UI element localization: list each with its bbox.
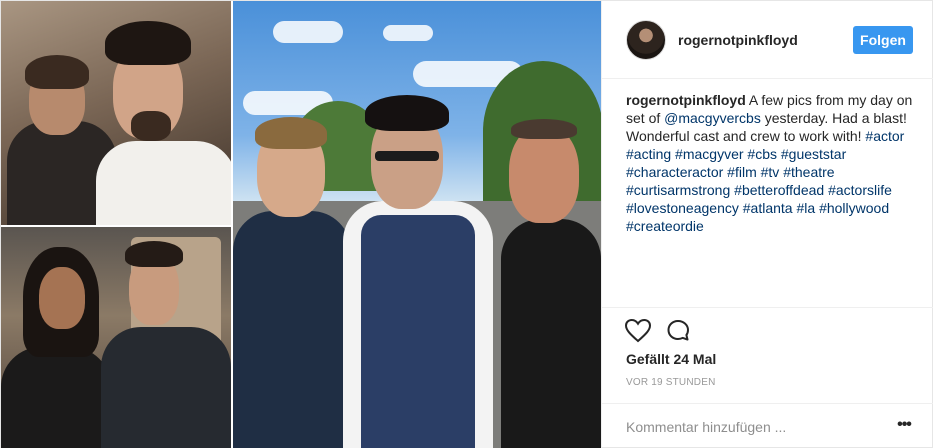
comment-bar: •••: [602, 403, 933, 448]
avatar[interactable]: [626, 20, 666, 60]
heart-icon: [624, 318, 652, 343]
post-timestamp[interactable]: VOR 19 STUNDEN: [626, 377, 716, 388]
photo-tile-bottom-left: [1, 227, 231, 448]
hashtag-link[interactable]: #tv: [761, 164, 780, 180]
post-caption: rogernotpinkfloyd A few pics from my day…: [626, 91, 918, 235]
hashtag-link[interactable]: #actor: [865, 128, 904, 144]
post-container: rogernotpinkfloyd Folgen rogernotpinkflo…: [0, 0, 933, 448]
post-photo[interactable]: [1, 1, 601, 448]
hashtag-link[interactable]: #lovestoneagency: [626, 200, 739, 216]
post-side-panel: rogernotpinkfloyd Folgen rogernotpinkflo…: [601, 1, 933, 448]
like-button[interactable]: [624, 318, 652, 343]
hashtag-link[interactable]: #hollywood: [819, 200, 889, 216]
hashtag-link[interactable]: #curtisarmstrong: [626, 182, 730, 198]
photo-tile-top-left: [1, 1, 231, 225]
comment-icon: [667, 320, 689, 341]
post-header: rogernotpinkfloyd Folgen: [602, 1, 933, 79]
hashtag-link[interactable]: #theatre: [783, 164, 834, 180]
follow-button[interactable]: Folgen: [853, 26, 913, 54]
hashtag-link[interactable]: #characteractor: [626, 164, 723, 180]
hashtag-link[interactable]: #cbs: [747, 146, 777, 162]
hashtag-link[interactable]: #gueststar: [781, 146, 846, 162]
action-divider: [602, 307, 933, 308]
caption-mention-link[interactable]: @macgyvercbs: [664, 110, 761, 126]
likes-count[interactable]: Gefällt 24 Mal: [626, 351, 716, 367]
comment-button[interactable]: [666, 319, 692, 343]
hashtag-link[interactable]: #acting: [626, 146, 671, 162]
hashtag-link[interactable]: #createordie: [626, 218, 704, 234]
author-username[interactable]: rogernotpinkfloyd: [678, 32, 798, 48]
hashtag-link[interactable]: #actorslife: [828, 182, 892, 198]
hashtag-link[interactable]: #atlanta: [743, 200, 793, 216]
hashtag-link[interactable]: #film: [727, 164, 757, 180]
more-options-icon[interactable]: •••: [894, 417, 914, 436]
photo-tile-main: [233, 1, 601, 448]
hashtag-link[interactable]: #la: [796, 200, 815, 216]
hashtag-link[interactable]: #betteroffdead: [734, 182, 824, 198]
caption-username[interactable]: rogernotpinkfloyd: [626, 92, 746, 108]
hashtag-link[interactable]: #macgyver: [675, 146, 743, 162]
comment-input[interactable]: [626, 418, 876, 436]
